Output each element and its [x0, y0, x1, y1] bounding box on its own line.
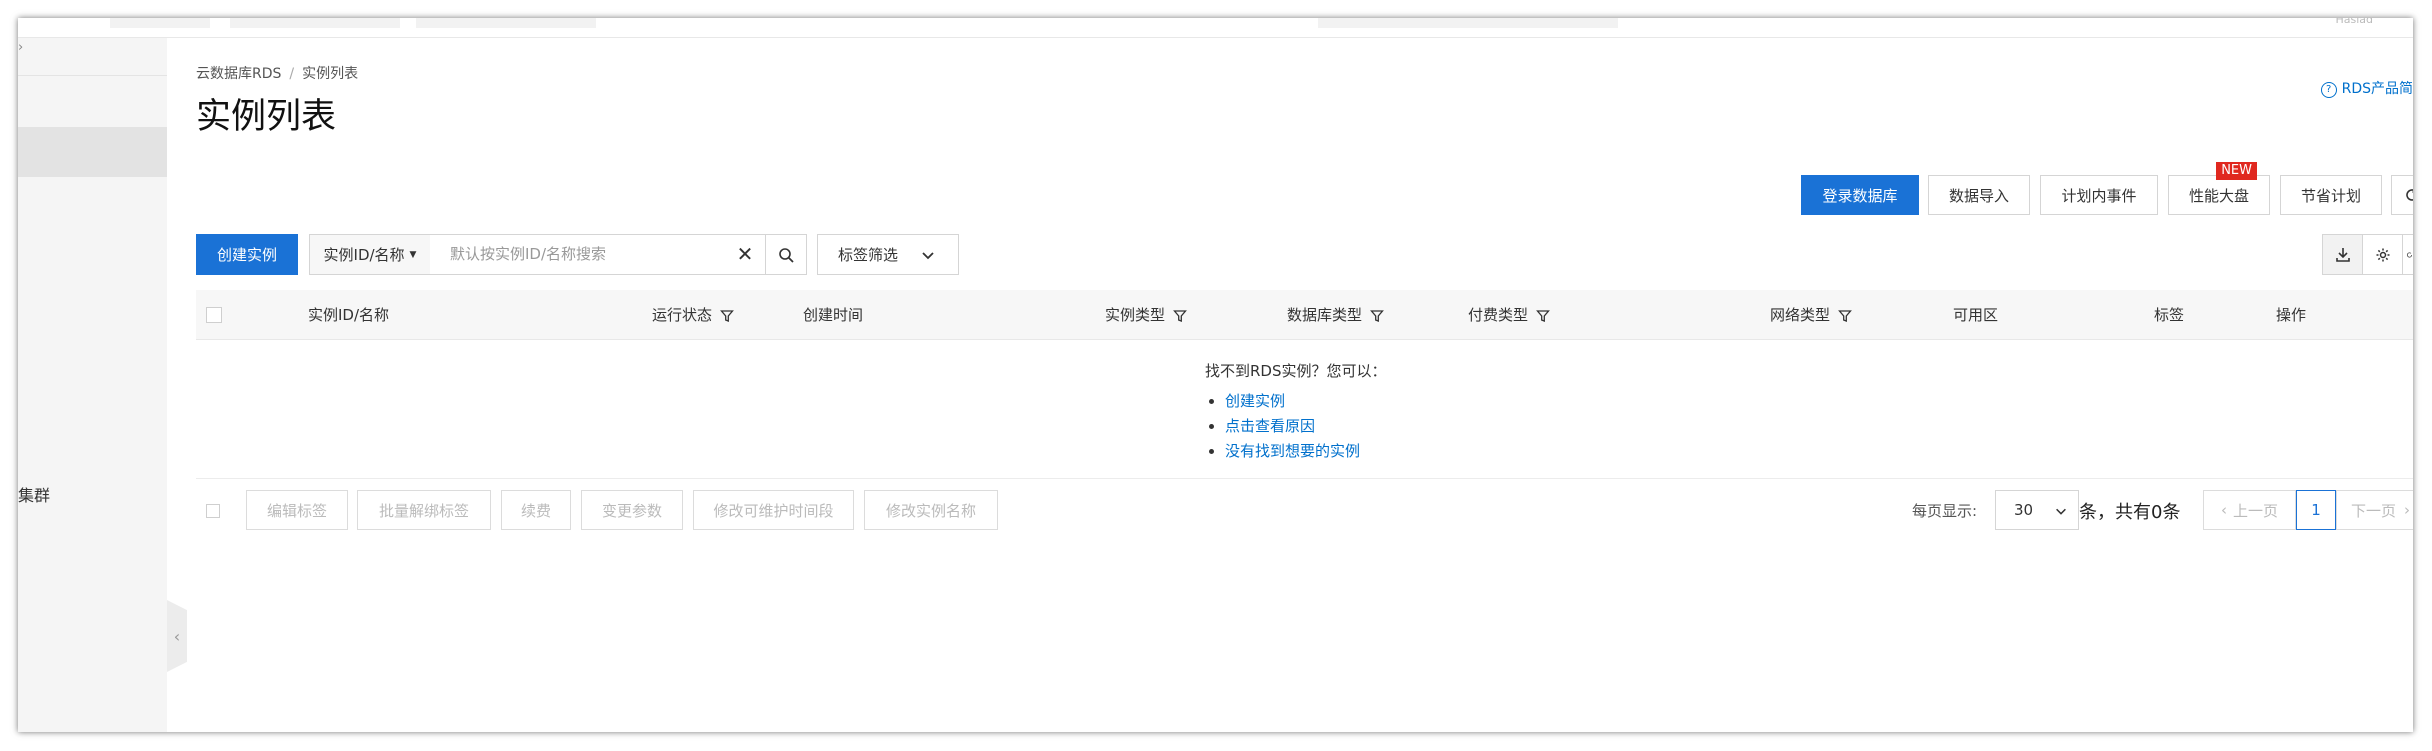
per-page-value: 30 — [2014, 501, 2034, 519]
empty-state: 找不到RDS实例？您可以： 创建实例 点击查看原因 没有找到想要的实例 — [1205, 360, 1387, 464]
instance-search-group: 实例ID/名称 ▼ 默认按实例ID/名称搜索 ✕ — [309, 234, 807, 275]
breadcrumb: 云数据库RDS / 实例列表 — [196, 63, 358, 83]
column-actions: 操作 — [2276, 306, 2307, 324]
help-link[interactable]: ? RDS产品简 — [2320, 78, 2413, 98]
column-network-type[interactable]: 网络类型 — [1770, 290, 1852, 340]
empty-state-title: 找不到RDS实例？您可以： — [1205, 362, 1387, 380]
edit-tags-button[interactable]: 编辑标签 — [246, 490, 348, 530]
next-page-button[interactable]: 下一页 › — [2336, 490, 2413, 530]
settings-button[interactable] — [2362, 234, 2403, 275]
sidebar: › 集群 — [18, 38, 167, 732]
filter-icon[interactable] — [1370, 309, 1384, 323]
chevron-right-icon: › — [2404, 501, 2411, 519]
planned-events-button[interactable]: 计划内事件 — [2040, 175, 2158, 215]
change-params-button[interactable]: 变更参数 — [581, 490, 683, 530]
filter-icon[interactable] — [1536, 309, 1550, 323]
login-database-button[interactable]: 登录数据库 — [1801, 175, 1919, 215]
column-created-time: 创建时间 — [803, 306, 864, 324]
refresh-icon — [2406, 251, 2413, 258]
table-refresh-button[interactable] — [2402, 234, 2413, 275]
chevron-right-icon[interactable]: › — [18, 40, 23, 55]
export-button[interactable] — [2322, 234, 2363, 275]
rename-instance-button[interactable]: 修改实例名称 — [864, 490, 998, 530]
filter-icon[interactable] — [720, 309, 734, 323]
main-content: 云数据库RDS / 实例列表 实例列表 ? RDS产品简 登录数据库 数据导入 计划内… — [167, 38, 2413, 732]
create-instance-link[interactable]: 创建实例 — [1225, 392, 1285, 410]
refresh-icon — [2405, 189, 2413, 201]
chevron-left-icon: ‹ — [2220, 501, 2227, 519]
filter-icon[interactable] — [1838, 309, 1852, 323]
search-field-selector[interactable]: 实例ID/名称 ▼ — [310, 235, 430, 274]
performance-dashboard-button[interactable]: 性能大盘 NEW — [2168, 162, 2270, 215]
tag-filter-label: 标签筛选 — [838, 246, 899, 264]
top-nav-tab[interactable] — [230, 18, 400, 28]
renew-button[interactable]: 续费 — [501, 490, 571, 530]
download-icon — [2335, 247, 2350, 262]
help-link-label: RDS产品简 — [2341, 81, 2413, 97]
chevron-down-icon — [922, 252, 934, 260]
top-search-bar[interactable] — [1318, 18, 1618, 28]
chevron-down-icon — [2056, 508, 2066, 515]
savings-plan-button[interactable]: 节省计划 — [2280, 175, 2382, 215]
column-instance-id: 实例ID/名称 — [308, 306, 390, 324]
per-page-label: 每页显示: — [1912, 502, 1978, 520]
search-button[interactable] — [765, 235, 806, 274]
browser-window: Haslad › 集群 ‹ 云数据库RDS / 实例列表 实例列表 ? RDS产品简 … — [18, 18, 2413, 732]
search-input[interactable]: 默认按实例ID/名称搜索 — [450, 235, 606, 274]
account-name[interactable]: Haslad — [2335, 18, 2373, 26]
caret-down-icon: ▼ — [409, 249, 417, 260]
page-1-button[interactable]: 1 — [2296, 490, 2336, 530]
batch-unbind-tags-button[interactable]: 批量解绑标签 — [357, 490, 491, 530]
view-reason-link[interactable]: 点击查看原因 — [1225, 417, 1315, 435]
table-divider — [196, 478, 2413, 479]
select-all-checkbox[interactable] — [206, 307, 222, 323]
column-billing-type[interactable]: 付费类型 — [1468, 290, 1550, 340]
per-page-select[interactable]: 30 — [1995, 490, 2079, 530]
filter-icon[interactable] — [1173, 309, 1187, 323]
top-nav-tab[interactable] — [110, 18, 210, 28]
sidebar-divider — [18, 75, 167, 76]
edit-maintenance-window-button[interactable]: 修改可维护时间段 — [693, 490, 854, 530]
performance-dashboard-label: 性能大盘 — [2188, 186, 2249, 205]
table-header: 实例ID/名称 运行状态 创建时间 实例类型 数据库类型 付费类型 网络类型 可… — [196, 290, 2413, 340]
sidebar-item-cluster[interactable]: 集群 — [18, 482, 50, 506]
clear-icon[interactable]: ✕ — [730, 235, 760, 274]
prev-page-button[interactable]: ‹ 上一页 — [2203, 490, 2296, 530]
data-import-button[interactable]: 数据导入 — [1928, 175, 2030, 215]
breadcrumb-root[interactable]: 云数据库RDS — [196, 66, 281, 82]
column-zone: 可用区 — [1953, 306, 1999, 324]
gear-icon — [2376, 248, 2389, 261]
question-circle-icon: ? — [2320, 82, 2337, 98]
search-icon — [779, 247, 794, 263]
instance-not-found-link[interactable]: 没有找到想要的实例 — [1225, 442, 1360, 460]
column-status[interactable]: 运行状态 — [652, 290, 734, 340]
top-nav-tab[interactable] — [416, 18, 596, 28]
column-tags: 标签 — [2154, 306, 2185, 324]
new-badge: NEW — [2216, 162, 2257, 180]
tag-filter-dropdown[interactable]: 标签筛选 — [817, 234, 959, 275]
top-navigation-bar: Haslad — [18, 18, 2413, 38]
column-instance-type[interactable]: 实例类型 — [1105, 290, 1187, 340]
column-db-type[interactable]: 数据库类型 — [1287, 290, 1384, 340]
refresh-button[interactable] — [2391, 175, 2413, 215]
page-title: 实例列表 — [196, 97, 337, 137]
create-instance-button[interactable]: 创建实例 — [196, 234, 298, 275]
bulk-select-checkbox[interactable] — [206, 504, 220, 518]
search-field-selector-label: 实例ID/名称 — [323, 246, 405, 264]
breadcrumb-separator: / — [289, 66, 295, 82]
sidebar-item-active[interactable] — [18, 127, 167, 177]
total-count: 条，共有0条 — [2079, 502, 2181, 523]
breadcrumb-current: 实例列表 — [302, 66, 359, 82]
